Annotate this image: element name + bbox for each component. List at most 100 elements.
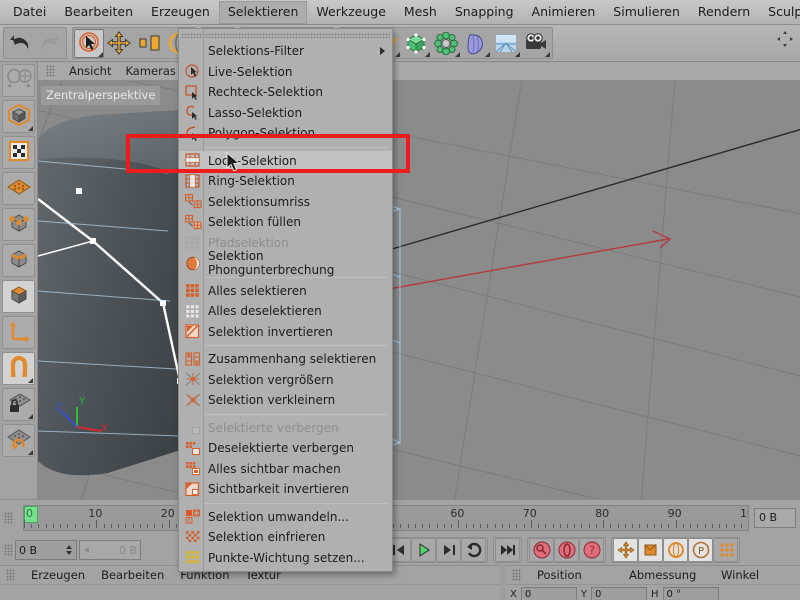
texture-mode-button[interactable] [2, 136, 35, 169]
coordinate-value-field[interactable]: 0 ° [662, 587, 719, 600]
move-tool-button[interactable] [104, 29, 134, 58]
menu-item-rechteck-selektion[interactable]: Rechteck-Selektion [179, 82, 392, 103]
menu-item-snapping[interactable]: Snapping [446, 1, 523, 24]
menu-item-selektierte-verbergen[interactable]: Selektierte verbergen [179, 418, 392, 439]
coordinate-value-field[interactable]: 0 [520, 587, 577, 600]
menu-item-simulieren[interactable]: Simulieren [604, 1, 689, 24]
menu-item-alles-deselektieren[interactable]: Alles deselektieren [179, 301, 392, 322]
menu-item-selektion-verkleinern[interactable]: Selektion verkleinern [179, 390, 392, 411]
key-scale-button[interactable] [638, 538, 663, 562]
edge-mode-button[interactable] [2, 244, 35, 277]
menu-item-label: Alles deselektieren [208, 304, 322, 319]
generator-button[interactable] [401, 29, 431, 58]
menu-item-sculpting[interactable]: Sculpting [759, 1, 800, 24]
timeline-tick-label: 100 [740, 506, 748, 520]
make-editable-icon [6, 67, 32, 95]
stepper-icon[interactable] [65, 544, 73, 556]
live-selection-button[interactable] [74, 28, 104, 58]
menu-item-alles-selektieren[interactable]: Alles selektieren [179, 281, 392, 302]
key-question-button[interactable]: ? [579, 538, 604, 562]
menu-item-mesh[interactable]: Mesh [395, 1, 446, 24]
menu-item-sichtbarkeit-invertieren[interactable]: Sichtbarkeit invertieren [179, 479, 392, 500]
key-parameter-button[interactable]: P [688, 538, 713, 562]
menu-item-selektion-phongunterbrechung[interactable]: Selektion Phongunterbrechung [179, 249, 392, 277]
menu-item-selektieren[interactable]: Selektieren [218, 0, 308, 24]
polygon-mode-button[interactable] [2, 280, 35, 313]
axis-mode-button[interactable] [2, 316, 35, 349]
deformer-button[interactable] [461, 29, 491, 58]
cursor-arrow-icon [226, 151, 241, 172]
timeline-end-field[interactable]: 0 B [754, 507, 796, 528]
menu-item-punkte-wichtung-setzen[interactable]: Punkte-Wichtung setzen... [179, 548, 392, 569]
array-button[interactable] [431, 29, 461, 58]
menu-item-rendern[interactable]: Rendern [689, 1, 759, 24]
menu-item-live-selektion[interactable]: Live-Selektion [179, 62, 392, 83]
key-rotation-button[interactable] [663, 538, 688, 562]
dropdown-tearoff-grip-icon[interactable] [181, 33, 390, 38]
texture-mode-icon [6, 139, 32, 167]
menu-item-selektions-filter[interactable]: Selektions-Filter [179, 41, 392, 62]
coordinate-value-field[interactable]: 0 [590, 587, 647, 600]
menu-item-selektion-vergrößern[interactable]: Selektion vergrößern [179, 370, 392, 391]
menu-item-polygon-selektion[interactable]: Polygon-Selektion [179, 123, 392, 144]
coordinates-header-position: Position [537, 568, 582, 582]
point-mode-button[interactable] [2, 208, 35, 241]
left-arrow-icon [84, 547, 89, 553]
secondary-time-field[interactable]: 0 B [79, 540, 141, 560]
menu-item-zusammenhang-selektieren[interactable]: Zusammenhang selektieren [179, 349, 392, 370]
menu-item-selektion-umwandeln[interactable]: 0 Selektion umwandeln... [179, 507, 392, 528]
model-mode-button[interactable] [2, 100, 35, 133]
corner-marker [28, 414, 33, 419]
selektieren-dropdown-menu[interactable]: Selektions-Filter Live-Selektion Rechteck-… [178, 28, 393, 572]
material-menu-erzeugen[interactable]: Erzeugen [31, 568, 85, 582]
material-panel-grip-icon[interactable] [6, 569, 15, 581]
viewport-menu-ansicht[interactable]: Ansicht [69, 64, 111, 78]
environment-button[interactable] [491, 29, 521, 58]
menu-item-deselektierte-verbergen[interactable]: Deselektierte verbergen [179, 438, 392, 459]
menu-item-loop-selektion[interactable]: Loop-Selektion [179, 150, 392, 171]
step-forward-button[interactable] [436, 538, 461, 562]
go-to-end-button[interactable] [495, 538, 520, 562]
menu-item-selektion-invertieren[interactable]: Selektion invertieren [179, 322, 392, 343]
scale-tool-button[interactable] [134, 29, 164, 58]
workplane-mode-button[interactable] [2, 172, 35, 205]
menu-item-lasso-selektion[interactable]: Lasso-Selektion [179, 103, 392, 124]
mouse-cursor [226, 151, 242, 178]
coordinates-panel-grip-icon[interactable] [512, 569, 521, 581]
key-position-button[interactable] [613, 538, 638, 562]
menu-item-selektionsumriss[interactable]: Selektionsumriss [179, 192, 392, 213]
viewport-canvas[interactable] [38, 62, 800, 499]
menu-item-erzeugen[interactable]: Erzeugen [142, 1, 219, 24]
viewport-panel[interactable]: Ansicht Kameras Zentralperspektive Y X Z [38, 62, 800, 499]
record-key-button[interactable] [529, 538, 554, 562]
cinema4d-window: Datei Bearbeiten Erzeugen Selektieren Werkze… [0, 0, 800, 600]
lock-axis-button[interactable] [2, 388, 35, 421]
undo-button[interactable] [5, 29, 35, 58]
menu-item-bearbeiten[interactable]: Bearbeiten [55, 1, 142, 24]
play-button[interactable] [411, 538, 436, 562]
menu-item-ring-selektion[interactable]: Ring-Selektion [179, 171, 392, 192]
menu-item-alles-sichtbar-machen[interactable]: Alles sichtbar machen [179, 459, 392, 480]
quantize-button[interactable] [2, 424, 35, 457]
material-menu-bearbeiten[interactable]: Bearbeiten [101, 568, 164, 582]
menu-item-animieren[interactable]: Animieren [523, 1, 605, 24]
autokey-button[interactable] [554, 538, 579, 562]
rewind-button[interactable] [461, 538, 486, 562]
camera-button[interactable] [521, 29, 551, 58]
menu-item-selektion-füllen[interactable]: Selektion füllen [179, 212, 392, 233]
snap-magnet-button[interactable] [2, 352, 35, 385]
menu-item-selektion-einfrieren[interactable]: Selektion einfrieren [179, 527, 392, 548]
key-pla-button[interactable] [713, 538, 738, 562]
panel-grip-icon[interactable] [46, 65, 55, 77]
redo-button[interactable] [35, 29, 65, 58]
playbar-grip-icon[interactable] [4, 544, 13, 556]
viewport-menu-kameras[interactable]: Kameras [125, 64, 175, 78]
toolbar-overflow-handle[interactable] [776, 30, 794, 52]
timeline-grip-icon[interactable] [4, 511, 13, 524]
corner-marker [28, 378, 33, 383]
menu-item-label: Ring-Selektion [208, 174, 295, 189]
menu-item-datei[interactable]: Datei [4, 1, 55, 24]
menu-item-werkzeuge[interactable]: Werkzeuge [307, 1, 395, 24]
make-editable-button[interactable] [2, 64, 35, 97]
current-time-field[interactable]: 0 B [15, 540, 77, 560]
